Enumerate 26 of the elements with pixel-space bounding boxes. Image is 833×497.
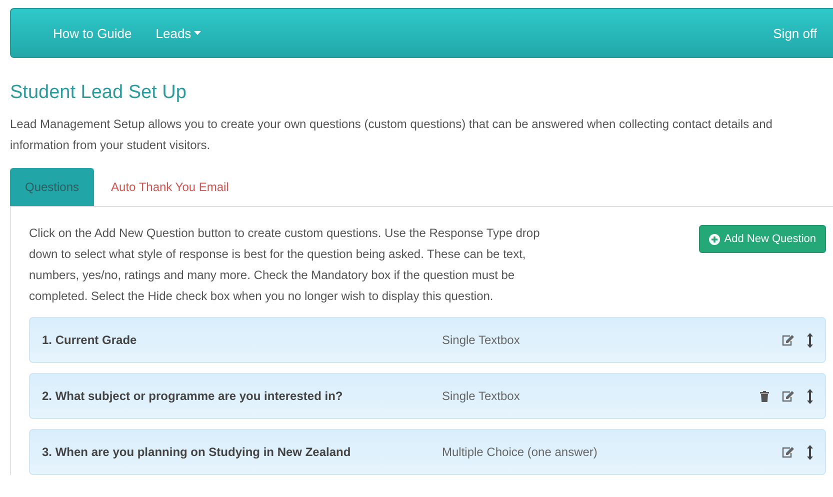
question-row[interactable]: 2. What subject or programme are you interested in? Single Textbox: [29, 373, 826, 419]
page-title: Student Lead Set Up: [10, 82, 188, 104]
intro-text: Lead Management Setup allows you to create your own questions (custom questions) that can be answered when collecting contact details and information from your student visitors.: [10, 116, 774, 154]
nav-link[interactable]: Leads: [156, 26, 202, 40]
question-text: 1. Current Grade: [42, 333, 138, 347]
edit-icon[interactable]: [782, 390, 794, 402]
edit-icon[interactable]: [782, 446, 794, 458]
response-type: Single Textbox: [442, 333, 521, 347]
edit-icon[interactable]: [782, 334, 794, 346]
response-type: Multiple Choice (one answer): [442, 445, 598, 459]
tab[interactable]: Questions: [10, 168, 94, 206]
question-row[interactable]: 1. Current Grade Single Textbox: [29, 317, 826, 363]
trash-icon[interactable]: [760, 390, 769, 402]
response-type: Single Textbox: [442, 389, 521, 403]
plus-circle-icon: [709, 234, 720, 244]
move-icon[interactable]: [807, 332, 813, 348]
sign-off-link[interactable]: Sign off: [773, 26, 817, 40]
question-text: 2. What subject or programme are you interested in?: [42, 389, 344, 403]
question-row[interactable]: 3. When are you planning on Studying in New Zealand Multiple Choice (one answer): [29, 429, 826, 475]
tab[interactable]: Auto Thank You Email: [96, 168, 244, 206]
nav-link[interactable]: How to Guide: [53, 26, 132, 40]
add-question-button[interactable]: Add New Question: [699, 225, 826, 253]
question-text: 3. When are you planning on Studying in New Zealand: [42, 445, 352, 459]
move-icon[interactable]: [807, 388, 813, 404]
instructions-text: Click on the Add New Question button to create custom questions. Use the Response Type drop down to select what style of response is best for the question being asked. These can be text, numbers, yes/no, ratings and many more. Check the Mandatory box if the question must be completed. Select the Hide check box when you no longer wish to display this question.: [29, 225, 541, 305]
move-icon[interactable]: [807, 444, 813, 460]
